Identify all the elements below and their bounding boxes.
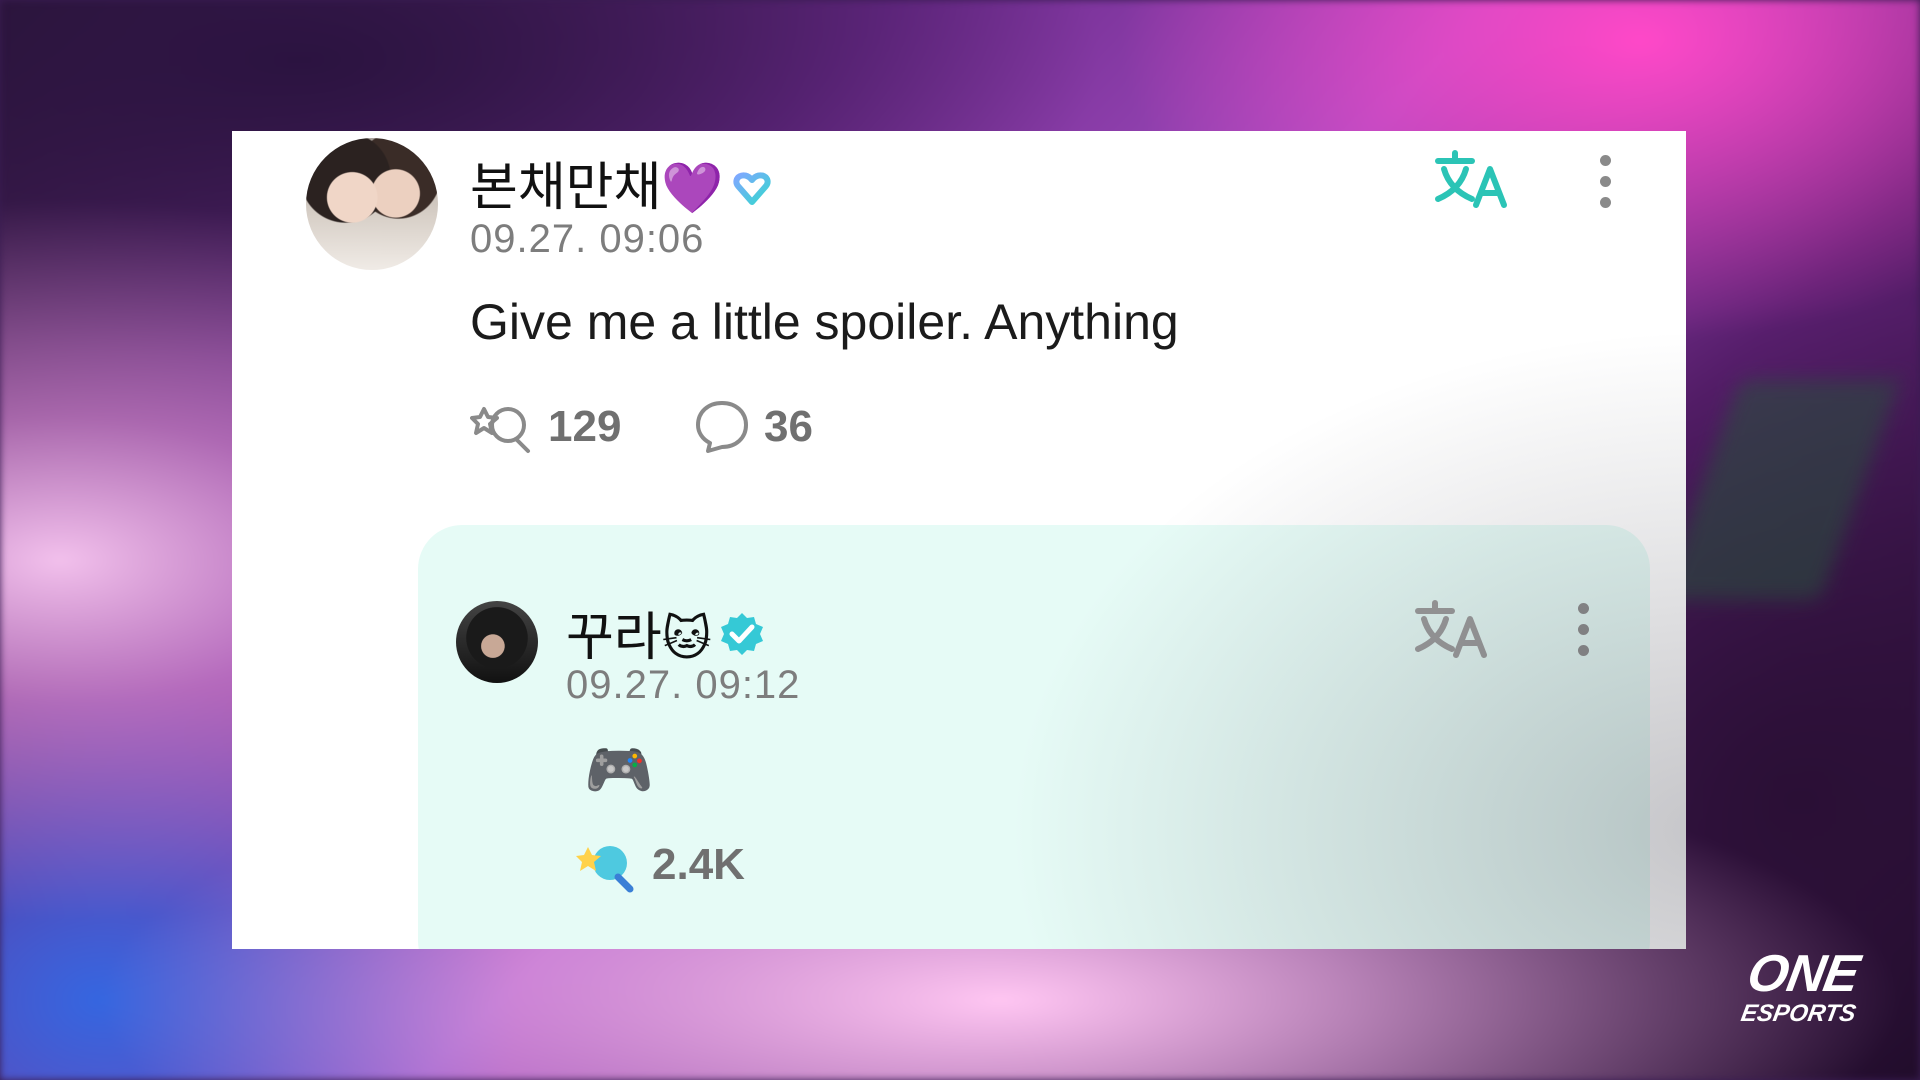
reply-like-button[interactable]: 2.4K <box>574 837 745 893</box>
logo-line-esports: ESPORTS <box>1738 1000 1858 1027</box>
post-text: Give me a little spoiler. Anything <box>470 294 1179 350</box>
post-author-name-text: 본채만채 <box>470 159 662 217</box>
game-controller-icon: 🎮 <box>584 738 654 803</box>
reply-author-name[interactable]: 꾸라🐱 <box>566 595 766 672</box>
logo-line-one: ONE <box>1743 945 1864 1003</box>
post-author-name[interactable]: 본채만채💜 <box>470 145 774 221</box>
reply-timestamp: 09.27. 09:12 <box>566 663 801 707</box>
comment-card: 본채만채💜 09.27. 09:06 Give me a little spoi… <box>232 131 1686 949</box>
weverse-logo-icon <box>730 161 774 221</box>
purple-heart-icon: 💜 <box>661 159 724 217</box>
reply-like-count: 2.4K <box>652 840 745 889</box>
translate-icon[interactable] <box>1434 149 1510 214</box>
reply-author-name-text: 꾸라 <box>566 609 662 667</box>
reply-author-avatar[interactable] <box>456 601 538 683</box>
post-timestamp: 09.27. 09:06 <box>470 217 705 261</box>
more-options-icon[interactable] <box>1578 603 1590 656</box>
post-comment-count: 36 <box>764 402 813 451</box>
one-esports-logo: ONE ESPORTS <box>1738 945 1867 1027</box>
like-wand-filled-icon <box>576 846 634 893</box>
like-wand-icon <box>470 407 530 453</box>
comment-bubble-icon <box>696 401 748 453</box>
post-like-count: 129 <box>548 402 622 451</box>
post-comment-button[interactable]: 36 <box>694 399 813 455</box>
post-author-avatar[interactable] <box>306 138 438 270</box>
translate-icon[interactable] <box>1414 599 1490 664</box>
cat-face-icon: 🐱 <box>661 611 712 667</box>
more-options-icon[interactable] <box>1600 155 1612 208</box>
post-like-button[interactable]: 129 <box>470 399 621 455</box>
